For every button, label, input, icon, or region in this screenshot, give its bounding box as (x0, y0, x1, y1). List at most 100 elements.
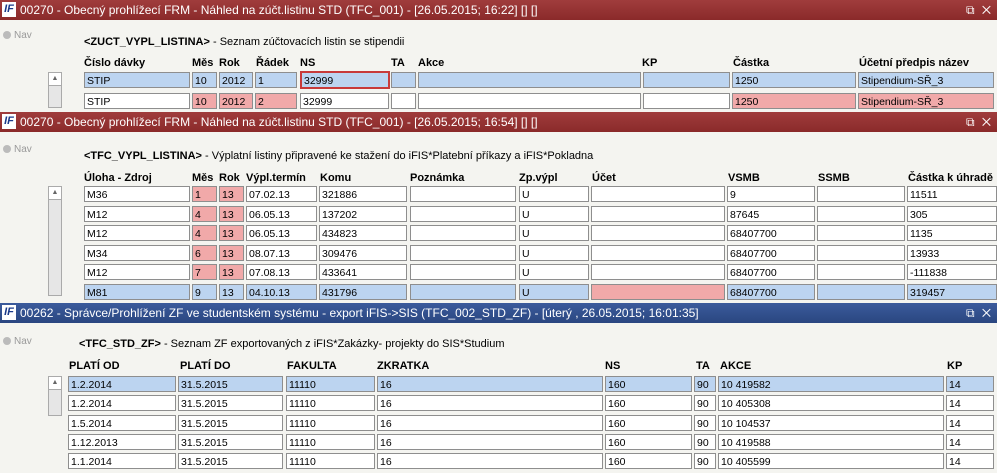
table-cell[interactable]: 90 (694, 453, 716, 470)
table-cell[interactable]: -111838 (907, 264, 997, 280)
table-cell[interactable]: 31.5.2015 (178, 433, 283, 450)
table-cell[interactable]: U (519, 264, 589, 280)
table-cell[interactable]: 160 (605, 395, 692, 412)
table-cell[interactable]: 13 (219, 283, 244, 300)
table-cell[interactable]: 31.5.2015 (178, 414, 283, 431)
table-cell[interactable] (817, 186, 905, 202)
table-cell[interactable]: M34 (84, 244, 190, 261)
table-cell[interactable]: 90 (694, 414, 716, 431)
table-cell[interactable] (591, 283, 725, 300)
table-cell[interactable]: 137202 (319, 205, 407, 222)
table-cell[interactable] (410, 264, 516, 280)
table-cell[interactable]: 11511 (907, 186, 997, 202)
window-titlebar[interactable]: IF 00270 - Obecný prohlížecí FRM - Náhle… (0, 0, 997, 20)
table-cell[interactable]: M36 (84, 186, 190, 202)
table-cell[interactable]: 13 (219, 244, 244, 261)
table-cell[interactable]: 1 (255, 72, 297, 88)
table-cell[interactable]: 9 (192, 283, 217, 300)
vertical-scrollbar[interactable]: ▲ (48, 186, 62, 296)
table-cell[interactable] (410, 225, 516, 241)
table-cell[interactable]: 13 (219, 205, 244, 222)
window-titlebar[interactable]: IF 00262 - Správce/Prohlížení ZF ve stud… (0, 303, 997, 323)
table-cell[interactable]: U (519, 205, 589, 222)
table-cell[interactable]: 1135 (907, 225, 997, 241)
table-cell[interactable]: 10 405599 (718, 453, 944, 470)
table-cell[interactable]: 1.2.2014 (68, 376, 176, 392)
table-cell[interactable]: 1.12.2013 (68, 433, 176, 450)
table-cell[interactable]: 13 (219, 264, 244, 280)
table-cell[interactable]: 06.05.13 (246, 225, 317, 241)
table-cell[interactable]: 13 (219, 225, 244, 241)
table-cell[interactable]: 11110 (286, 414, 375, 431)
table-cell[interactable] (591, 264, 725, 280)
scroll-up-icon[interactable]: ▲ (49, 73, 61, 86)
table-cell[interactable]: 16 (377, 395, 603, 412)
table-cell[interactable]: 1250 (732, 93, 856, 109)
table-cell[interactable]: M12 (84, 264, 190, 280)
table-cell[interactable]: 2 (255, 93, 297, 109)
table-cell[interactable] (643, 93, 730, 109)
table-cell[interactable] (817, 225, 905, 241)
window-controls[interactable]: ⧉ ✕ (966, 303, 993, 323)
table-cell[interactable]: 1.1.2014 (68, 453, 176, 470)
scroll-up-icon[interactable]: ▲ (49, 377, 61, 390)
table-cell[interactable]: 90 (694, 433, 716, 450)
table-cell[interactable]: 319457 (907, 283, 997, 300)
table-cell[interactable] (391, 93, 416, 109)
table-cell[interactable]: 305 (907, 205, 997, 222)
table-cell[interactable] (591, 225, 725, 241)
table-cell[interactable]: M12 (84, 225, 190, 241)
window-titlebar[interactable]: IF 00270 - Obecný prohlížecí FRM - Náhle… (0, 112, 997, 132)
table-cell[interactable] (410, 186, 516, 202)
vertical-scrollbar[interactable]: ▲ (48, 72, 62, 108)
table-cell[interactable]: 11110 (286, 376, 375, 392)
table-cell[interactable]: STIP (84, 93, 190, 109)
table-cell[interactable]: 309476 (319, 244, 407, 261)
table-cell[interactable]: 68407700 (727, 283, 815, 300)
table-cell[interactable]: 11110 (286, 433, 375, 450)
table-cell[interactable]: 13 (219, 186, 244, 202)
table-cell[interactable]: STIP (84, 72, 190, 88)
table-cell[interactable]: 11110 (286, 395, 375, 412)
table-cell[interactable]: 321886 (319, 186, 407, 202)
table-cell[interactable]: U (519, 244, 589, 261)
table-cell[interactable] (817, 283, 905, 300)
table-cell[interactable]: 68407700 (727, 264, 815, 280)
table-cell[interactable]: 10 104537 (718, 414, 944, 431)
table-cell[interactable]: Stipendium-SŘ_3 (858, 93, 994, 109)
table-cell[interactable]: 31.5.2015 (178, 376, 283, 392)
table-cell[interactable]: 16 (377, 433, 603, 450)
table-cell[interactable]: 10 (192, 72, 217, 88)
table-cell[interactable]: 1250 (732, 72, 856, 88)
table-cell[interactable]: 4 (192, 205, 217, 222)
table-cell[interactable] (817, 244, 905, 261)
table-cell[interactable]: 68407700 (727, 225, 815, 241)
table-cell[interactable]: 2012 (219, 72, 253, 88)
table-cell[interactable]: 2012 (219, 93, 253, 109)
table-cell-focused[interactable]: 32999 (300, 71, 390, 89)
table-cell[interactable]: 14 (946, 453, 994, 470)
table-cell[interactable]: 90 (694, 395, 716, 412)
table-cell[interactable] (591, 186, 725, 202)
table-cell[interactable] (410, 283, 516, 300)
table-cell[interactable]: 07.02.13 (246, 186, 317, 202)
table-cell[interactable]: 04.10.13 (246, 283, 317, 300)
table-cell[interactable]: 160 (605, 433, 692, 450)
table-cell[interactable] (591, 244, 725, 261)
table-cell[interactable]: U (519, 225, 589, 241)
table-cell[interactable]: 9 (727, 186, 815, 202)
nav-button[interactable]: Nav (3, 30, 32, 41)
table-cell[interactable]: U (519, 283, 589, 300)
table-cell[interactable] (410, 244, 516, 261)
table-cell[interactable]: Stipendium-SŘ_3 (858, 72, 994, 88)
table-cell[interactable] (643, 72, 730, 88)
table-cell[interactable]: 1.2.2014 (68, 395, 176, 412)
table-cell[interactable] (591, 205, 725, 222)
table-cell[interactable] (391, 72, 416, 88)
table-cell[interactable] (418, 72, 641, 88)
table-cell[interactable]: 16 (377, 376, 603, 392)
table-cell[interactable]: M12 (84, 205, 190, 222)
table-cell[interactable] (418, 93, 641, 109)
table-cell[interactable]: 7 (192, 264, 217, 280)
table-cell[interactable]: 32999 (300, 93, 389, 109)
